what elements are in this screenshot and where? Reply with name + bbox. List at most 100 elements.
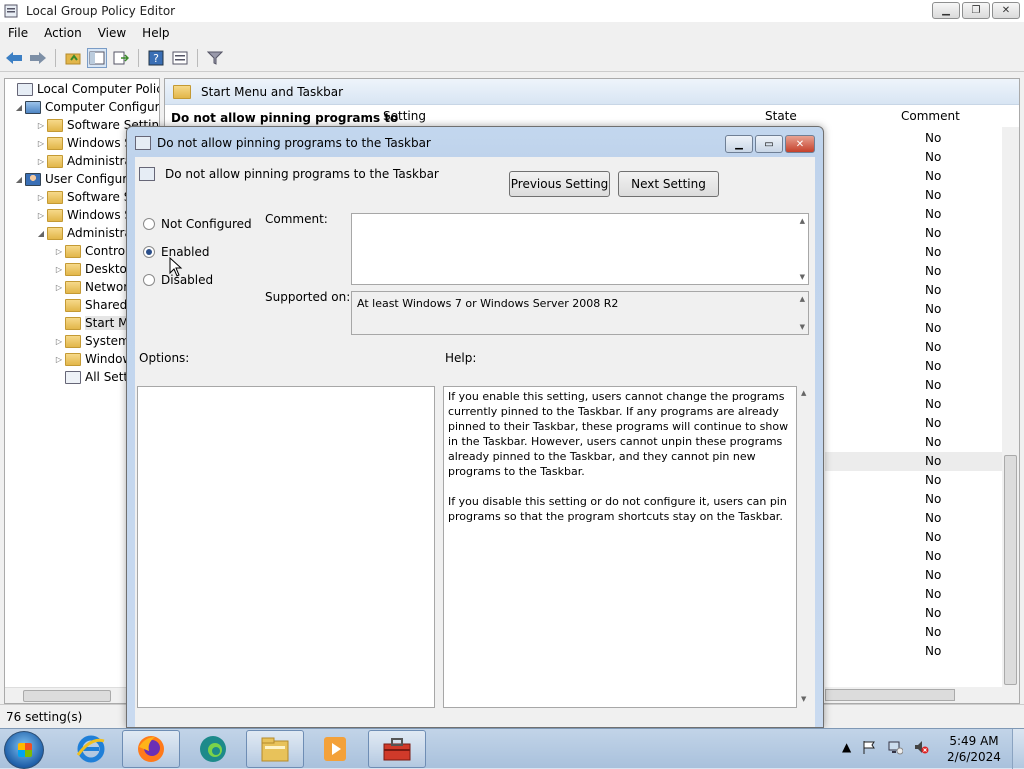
tree-item[interactable]: ▷ Window <box>53 350 132 368</box>
column-comment[interactable]: Comment <box>901 109 960 125</box>
tree-item[interactable]: Start M <box>53 314 129 332</box>
previous-setting-button[interactable]: Previous Setting <box>509 171 610 197</box>
help-icon[interactable]: ? <box>146 48 166 68</box>
comment-cell[interactable]: No <box>925 530 965 544</box>
firefox-icon[interactable] <box>122 730 180 768</box>
scroll-down-icon[interactable]: ▼ <box>800 273 805 281</box>
close-button[interactable]: ✕ <box>992 2 1020 19</box>
comment-cell[interactable]: No <box>925 245 965 259</box>
collapsed-arrow-icon[interactable]: ▷ <box>35 157 47 166</box>
comment-cell[interactable]: No <box>925 492 965 506</box>
comment-cell[interactable]: No <box>925 169 965 183</box>
show-desktop-button[interactable] <box>1012 729 1024 769</box>
scroll-down-icon[interactable]: ▼ <box>800 323 805 331</box>
comment-cell[interactable]: No <box>925 188 965 202</box>
comment-cell[interactable]: No <box>925 378 965 392</box>
comment-cell[interactable]: No <box>925 302 965 316</box>
volume-muted-icon[interactable] <box>913 739 929 755</box>
collapsed-arrow-icon[interactable]: ▷ <box>53 337 65 346</box>
system-clock[interactable]: 5:49 AM 2/6/2024 <box>944 733 1004 765</box>
menu-view[interactable]: View <box>90 26 134 40</box>
tree-item[interactable]: ◢ Computer Configura <box>13 98 159 116</box>
network-icon[interactable] <box>887 739 904 755</box>
comment-textarea[interactable]: ▲ ▼ <box>351 213 809 285</box>
explorer-icon[interactable] <box>246 730 304 768</box>
comment-cell[interactable]: No <box>925 207 965 221</box>
column-state[interactable]: State <box>765 109 797 125</box>
comment-cell[interactable]: No <box>925 131 965 145</box>
tree-item[interactable]: Local Computer Policy <box>5 80 159 98</box>
horizontal-scrollbar[interactable] <box>825 687 1019 703</box>
comment-cell[interactable]: No <box>925 625 965 639</box>
comment-cell[interactable]: No <box>925 264 965 278</box>
tree-item[interactable]: ▷ Networ <box>53 278 128 296</box>
menu-file[interactable]: File <box>0 26 36 40</box>
expanded-arrow-icon[interactable]: ◢ <box>13 175 25 184</box>
tree-item[interactable]: ◢ User Configura <box>13 170 135 188</box>
minimize-button[interactable]: ▁ <box>932 2 960 19</box>
tree-item[interactable]: ▷ Administra <box>35 152 132 170</box>
export-list-icon[interactable] <box>111 48 131 68</box>
help-scroll-down-icon[interactable]: ▼ <box>801 695 806 703</box>
next-setting-button[interactable]: Next Setting <box>618 171 719 197</box>
forward-icon[interactable] <box>28 48 48 68</box>
collapsed-arrow-icon[interactable]: ▷ <box>53 247 65 256</box>
collapsed-arrow-icon[interactable]: ▷ <box>53 355 65 364</box>
comment-cell[interactable]: No <box>925 416 965 430</box>
back-icon[interactable] <box>4 48 24 68</box>
scroll-up-icon[interactable]: ▲ <box>800 217 805 225</box>
edge-icon[interactable] <box>184 730 242 768</box>
comment-cell[interactable]: No <box>925 226 965 240</box>
scroll-up-icon[interactable]: ▲ <box>800 295 805 303</box>
comment-cell[interactable]: No <box>925 435 965 449</box>
collapsed-arrow-icon[interactable]: ▷ <box>35 121 47 130</box>
collapsed-arrow-icon[interactable]: ▷ <box>53 283 65 292</box>
start-button[interactable] <box>4 731 44 769</box>
comment-cell[interactable]: No <box>925 359 965 373</box>
comment-cell[interactable]: No <box>925 283 965 297</box>
comment-cell[interactable]: No <box>925 568 965 582</box>
action-center-flag-icon[interactable] <box>861 739 877 755</box>
collapsed-arrow-icon[interactable]: ▷ <box>53 265 65 274</box>
comment-cell[interactable]: No <box>925 549 965 563</box>
comment-cell[interactable]: No <box>925 606 965 620</box>
properties-icon[interactable] <box>170 48 190 68</box>
tree-item[interactable]: ▷ Windows S <box>35 206 132 224</box>
comment-cell[interactable]: No <box>925 397 965 411</box>
comment-cell[interactable]: No <box>925 340 965 354</box>
collapsed-arrow-icon[interactable]: ▷ <box>35 139 47 148</box>
comment-cell[interactable]: No <box>925 454 965 468</box>
dialog-close-button[interactable]: ✕ <box>785 135 815 153</box>
toolbox-icon[interactable] <box>368 730 426 768</box>
collapsed-arrow-icon[interactable]: ▷ <box>35 211 47 220</box>
vertical-scrollbar[interactable] <box>1002 127 1019 687</box>
dialog-maximize-button[interactable]: ▭ <box>755 135 783 153</box>
ie-icon[interactable] <box>62 730 120 768</box>
restore-button[interactable]: ❐ <box>962 2 990 19</box>
show-hide-tree-icon[interactable] <box>87 47 107 68</box>
comment-cell[interactable]: No <box>925 587 965 601</box>
up-folder-icon[interactable] <box>63 48 83 68</box>
show-hidden-icons-icon[interactable]: ▲ <box>842 740 851 754</box>
collapsed-arrow-icon[interactable]: ▷ <box>35 193 47 202</box>
expanded-arrow-icon[interactable]: ◢ <box>13 103 25 112</box>
tree-item[interactable]: ◢ Administra <box>35 224 132 242</box>
tree-item[interactable]: ▷ Contro <box>53 242 125 260</box>
tree-item[interactable]: ▷ System <box>53 332 130 350</box>
tree-item[interactable]: ▷ Software Se <box>35 188 139 206</box>
filter-icon[interactable] <box>205 48 225 68</box>
tree-item[interactable]: All Setti <box>53 368 131 386</box>
comment-cell[interactable]: No <box>925 473 965 487</box>
tree-item[interactable]: ▷ Windows S <box>35 134 132 152</box>
comment-cell[interactable]: No <box>925 321 965 335</box>
tree-item[interactable]: ▷ Desktop <box>53 260 135 278</box>
tree-item[interactable]: Shared <box>53 296 127 314</box>
dialog-minimize-button[interactable]: ▁ <box>725 135 753 153</box>
comment-cell[interactable]: No <box>925 150 965 164</box>
not-configured-radio[interactable]: Not Configured <box>143 217 252 231</box>
expanded-arrow-icon[interactable]: ◢ <box>35 229 47 238</box>
media-player-icon[interactable] <box>306 730 364 768</box>
comment-cell[interactable]: No <box>925 511 965 525</box>
column-setting[interactable]: Setting <box>383 109 426 125</box>
help-scroll-up-icon[interactable]: ▲ <box>801 389 806 397</box>
